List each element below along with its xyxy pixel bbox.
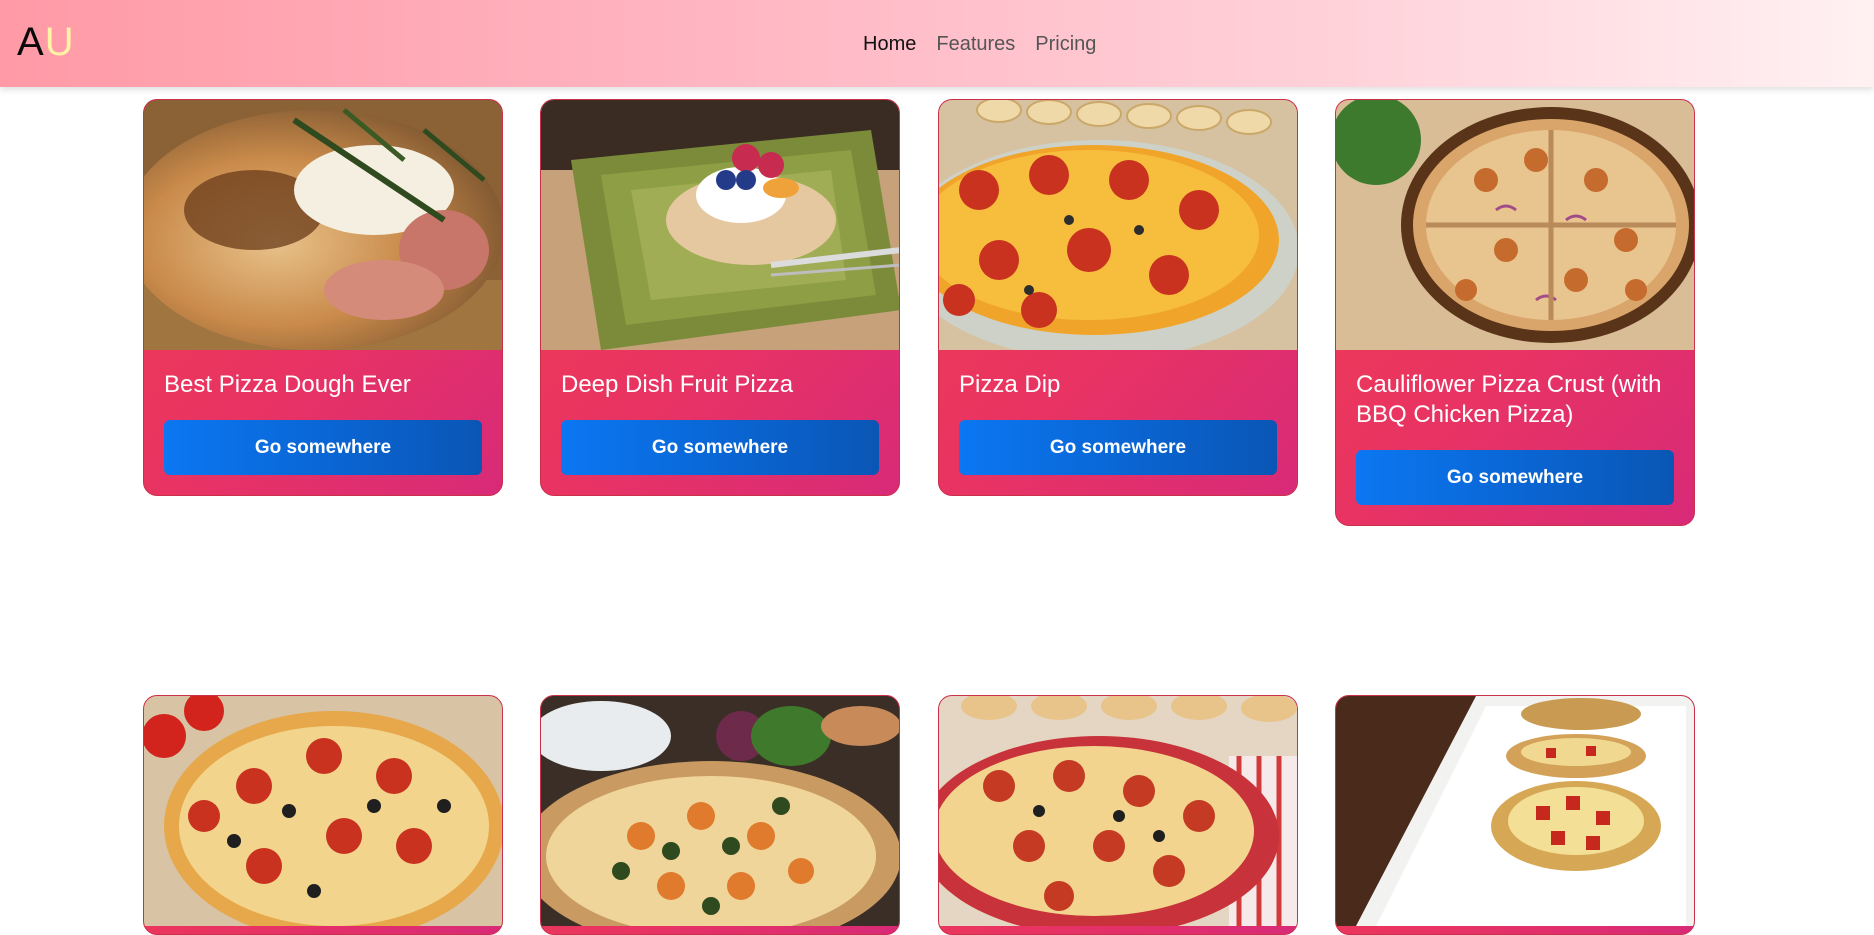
brand-letter-a: A [17,20,45,64]
card-image-bbq-chicken-pizza [1336,100,1694,350]
card-image-sweet-potato-kale-pizza [541,696,899,926]
brand-letter-u: U [44,20,75,64]
card-title: Deep Dish Fruit Pizza [561,371,794,398]
card-image-pizza-crust [144,100,502,350]
nav-features[interactable]: Features [936,31,1015,57]
card-title: Cauliflower Pizza Crust (with BBQ Chicke… [1356,371,1662,428]
go-somewhere-button[interactable]: Go somewhere [959,420,1277,475]
recipe-card: Pizza Dip Go somewhere [938,99,1298,496]
recipe-card [143,695,503,935]
recipe-card: Best Pizza Dough Ever Go somewhere [143,99,503,496]
recipe-card: Cauliflower Pizza Crust (with BBQ Chicke… [1335,99,1695,526]
card-image-pizza-dip [939,100,1297,350]
card-image-pepperoni-skillet [939,696,1297,926]
card-title: Best Pizza Dough Ever [164,371,411,398]
recipe-card [938,695,1298,935]
recipe-card [1335,695,1695,935]
brand-logo[interactable]: AU [17,18,75,66]
nav-home[interactable]: Home [863,31,916,57]
go-somewhere-button[interactable]: Go somewhere [561,420,879,475]
navbar: AU Home Features Pricing [0,0,1874,87]
nav-pricing[interactable]: Pricing [1035,31,1096,57]
recipe-card: Deep Dish Fruit Pizza Go somewhere [540,99,900,496]
go-somewhere-button[interactable]: Go somewhere [1356,450,1674,505]
card-image-fruit-pizza [541,100,899,350]
card-title: Pizza Dip [959,371,1061,398]
go-somewhere-button[interactable]: Go somewhere [164,420,482,475]
card-image-potato-skin-bites [1336,696,1694,926]
nav-links: Home Features Pricing [863,31,1096,57]
card-image-pepperoni-olive-pizza [144,696,502,926]
recipe-card [540,695,900,935]
